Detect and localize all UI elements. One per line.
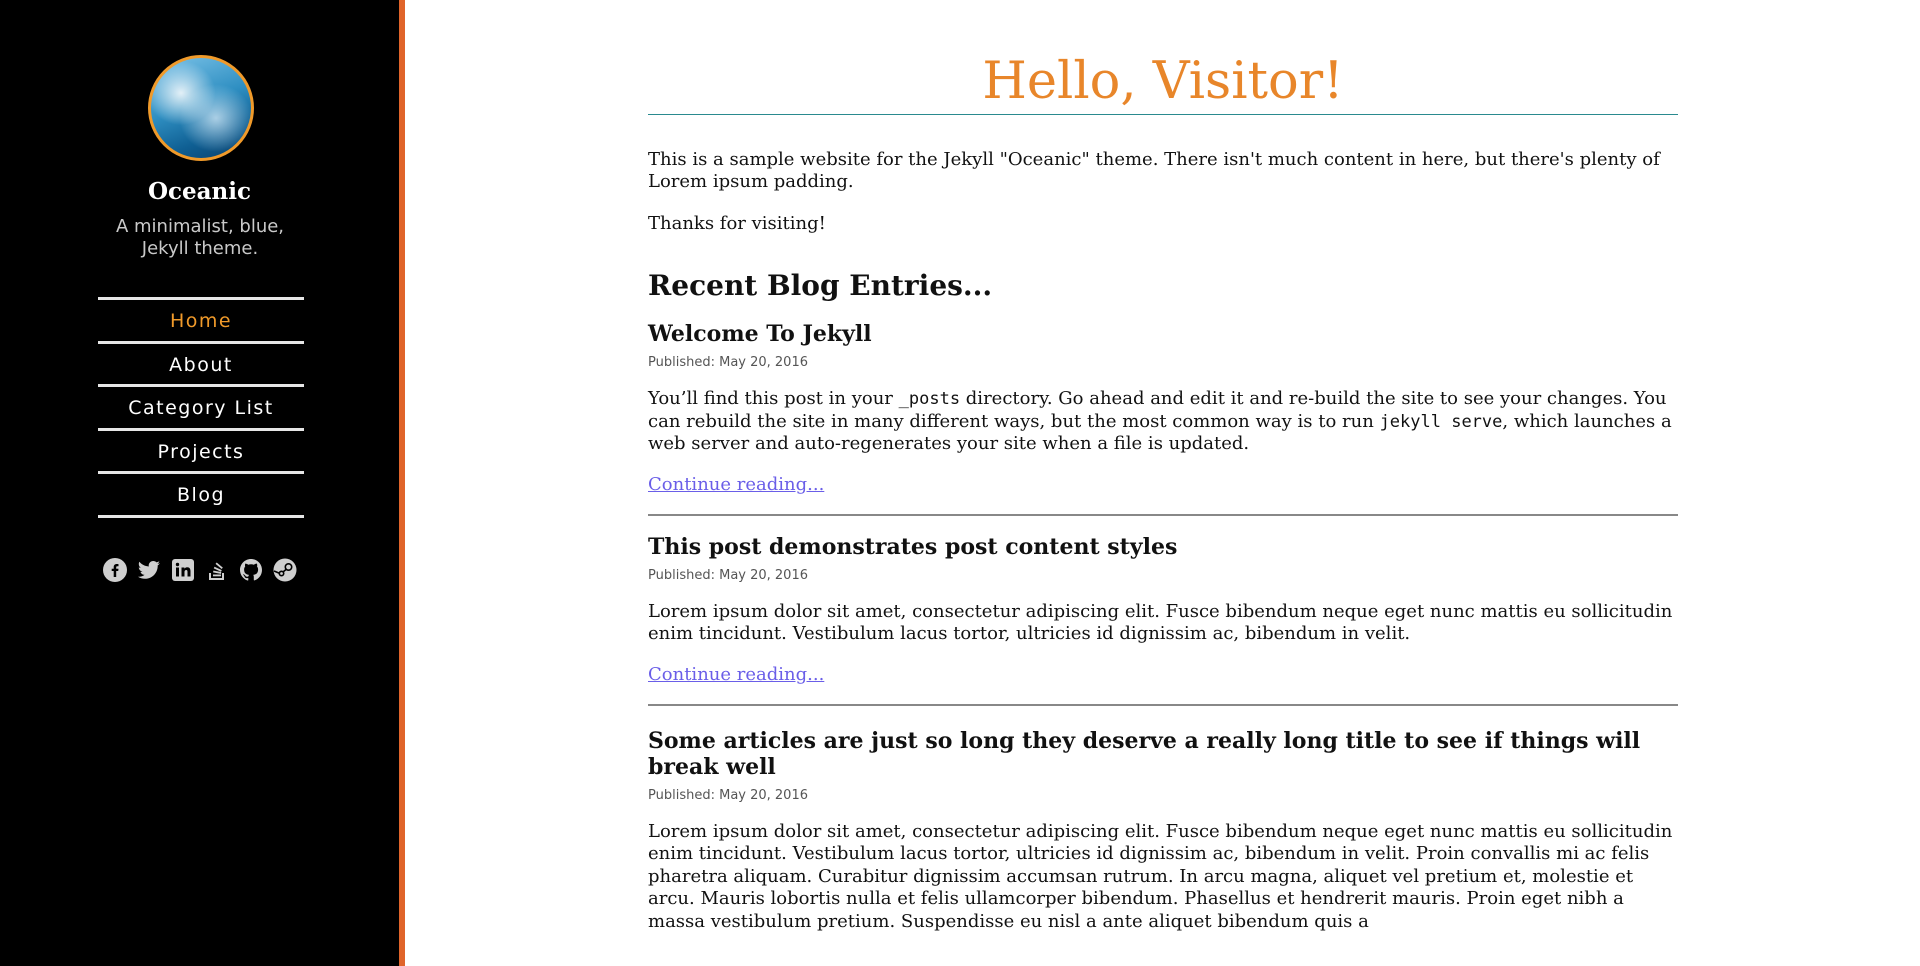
post-excerpt: Lorem ipsum dolor sit amet, consectetur … bbox=[648, 600, 1673, 645]
nav-item-home[interactable]: Home bbox=[98, 300, 304, 344]
page-title: Hello, Visitor! bbox=[648, 52, 1678, 115]
post-date: Published: May 20, 2016 bbox=[648, 355, 808, 370]
post-excerpt: Lorem ipsum dolor sit amet, consectetur … bbox=[648, 820, 1673, 932]
facebook-icon[interactable] bbox=[103, 558, 127, 582]
nav-item-about[interactable]: About bbox=[98, 344, 304, 387]
avatar[interactable] bbox=[148, 55, 254, 161]
continue-reading-link[interactable]: Continue reading... bbox=[648, 474, 824, 495]
thanks-text: Thanks for visiting! bbox=[648, 213, 826, 234]
code-jekyll-serve: jekyll serve bbox=[1379, 411, 1503, 432]
post-entry: This post demonstrates post content styl… bbox=[648, 534, 1678, 706]
github-icon[interactable] bbox=[239, 558, 263, 582]
sidebar: Oceanic A minimalist, blue, Jekyll theme… bbox=[0, 0, 405, 966]
post-excerpt: You’ll find this post in your _posts dir… bbox=[648, 388, 1672, 454]
nav-item-category-list[interactable]: Category List bbox=[98, 387, 304, 431]
post-entry: Welcome To Jekyll Published: May 20, 201… bbox=[648, 321, 1678, 516]
post-date: Published: May 20, 2016 bbox=[648, 787, 808, 803]
post-title[interactable]: Welcome To Jekyll bbox=[648, 321, 1678, 347]
social-links bbox=[100, 558, 300, 582]
intro-text: This is a sample website for the Jekyll … bbox=[648, 149, 1660, 192]
code-posts-dir: _posts bbox=[898, 389, 961, 409]
site-title[interactable]: Oceanic bbox=[0, 178, 399, 205]
stackoverflow-icon[interactable] bbox=[205, 558, 229, 582]
post-entry: Some articles are just so long they dese… bbox=[648, 728, 1678, 934]
twitter-icon[interactable] bbox=[137, 558, 161, 582]
linkedin-icon[interactable] bbox=[171, 558, 195, 582]
post-divider bbox=[648, 703, 1678, 706]
post-title[interactable]: Some articles are just so long they dese… bbox=[648, 728, 1678, 780]
nav-item-projects[interactable]: Projects bbox=[98, 431, 304, 474]
post-divider bbox=[648, 513, 1678, 516]
nav-item-blog[interactable]: Blog bbox=[98, 474, 304, 518]
post-title[interactable]: This post demonstrates post content styl… bbox=[648, 534, 1678, 560]
recent-entries-heading: Recent Blog Entries... bbox=[648, 269, 993, 302]
continue-reading-link[interactable]: Continue reading... bbox=[648, 664, 824, 685]
main-content: Hello, Visitor! This is a sample website… bbox=[648, 0, 1678, 933]
post-date: Published: May 20, 2016 bbox=[648, 567, 808, 583]
steam-icon[interactable] bbox=[273, 558, 297, 582]
main-nav: Home About Category List Projects Blog bbox=[98, 297, 304, 518]
site-description: A minimalist, blue, Jekyll theme. bbox=[115, 216, 285, 259]
